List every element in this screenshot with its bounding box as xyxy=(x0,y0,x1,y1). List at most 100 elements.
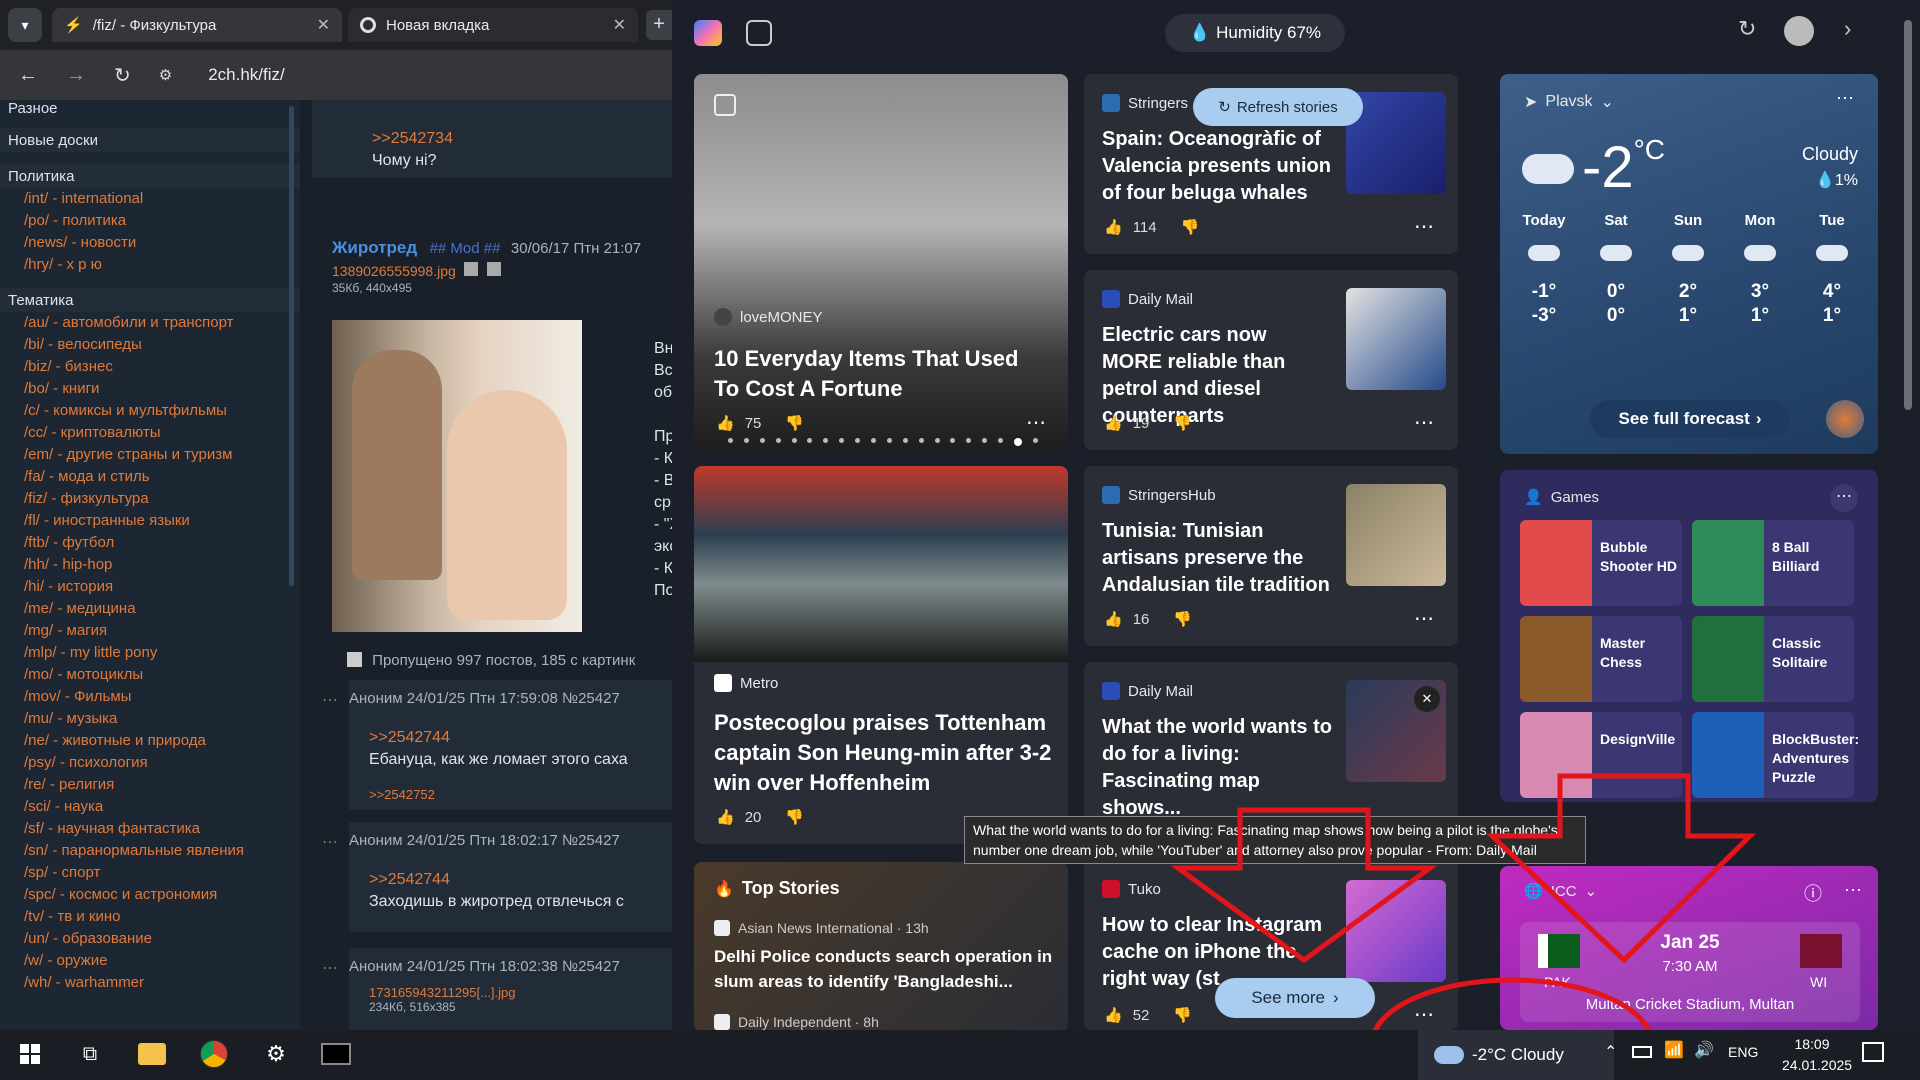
back-arrow-icon[interactable]: ← xyxy=(18,64,38,87)
op-text-fragment: - Вь xyxy=(654,472,672,489)
sidebar-board-link[interactable]: /tv/ - тв и кино xyxy=(0,906,300,928)
sidebar-board-link[interactable]: /re/ - религия xyxy=(0,774,300,796)
tab-title: Новая вкладка xyxy=(386,16,490,34)
sidebar-board-link[interactable]: /mg/ - магия xyxy=(0,620,300,642)
file-link[interactable]: 173165943211295[...].jpg xyxy=(369,985,672,1000)
browser-window: ▾ ⚡ /fiz/ - Физкультура ✕ Новая вкладка … xyxy=(0,0,672,1030)
sidebar-board-link[interactable]: /bo/ - книги xyxy=(0,378,300,400)
sidebar-board-link[interactable]: /wh/ - warhammer xyxy=(0,972,300,994)
wifi-icon[interactable]: 📶 xyxy=(1664,1040,1684,1060)
sidebar-board-link[interactable]: /hi/ - история xyxy=(0,576,300,598)
post-menu-dots[interactable]: ⋯ xyxy=(322,832,338,852)
close-icon[interactable]: ✕ xyxy=(317,15,330,35)
site-settings-icon[interactable]: ⚙ xyxy=(159,66,172,84)
mod-badge: ## Mod ## xyxy=(429,240,501,257)
clock[interactable]: 18:09 24.01.2025 xyxy=(1782,1034,1852,1076)
sidebar-board-link[interactable]: /news/ - новости xyxy=(0,232,300,254)
sidebar-board-link[interactable]: /au/ - автомобили и транспорт xyxy=(0,312,300,334)
op-text-fragment: Всё xyxy=(654,362,672,379)
page-content: Разное Новые доски Политика /int/ - inte… xyxy=(0,100,672,1030)
new-tab-button[interactable]: + xyxy=(646,10,672,40)
sidebar-board-link[interactable]: /int/ - international xyxy=(0,188,300,210)
sidebar-board-link[interactable]: /sn/ - паранормальные явления xyxy=(0,840,300,862)
sidebar-board-link[interactable]: /fa/ - мода и стиль xyxy=(0,466,300,488)
annotation-arrow xyxy=(1485,773,1757,964)
op-text-fragment: - Ко xyxy=(654,450,672,467)
sidebar-board-link[interactable]: /w/ - оружие xyxy=(0,950,300,972)
flame-icon: ⚡ xyxy=(64,17,83,34)
tab-list-button[interactable]: ▾ xyxy=(8,8,42,42)
post-text: Заходишь в жиротред отвлечься с xyxy=(369,893,624,910)
op-image[interactable] xyxy=(332,320,582,632)
op-text-fragment: - Ко xyxy=(654,560,672,577)
file-link[interactable]: 1389026555998.jpg xyxy=(332,263,456,279)
settings-icon[interactable]: ⚙ xyxy=(258,1036,294,1072)
sidebar-section-misc[interactable]: Разное xyxy=(0,100,300,120)
terminal-icon[interactable] xyxy=(318,1036,354,1072)
sidebar-board-link[interactable]: /em/ - другие страны и туризм xyxy=(0,444,300,466)
sidebar-board-link[interactable]: /sci/ - наука xyxy=(0,796,300,818)
taskbar-weather[interactable]: -2°C Cloudy xyxy=(1418,1030,1614,1080)
start-windows-icon[interactable] xyxy=(12,1036,48,1072)
sidebar-section-title[interactable]: Тематика xyxy=(0,288,300,312)
url-text[interactable]: 2ch.hk/fiz/ xyxy=(208,65,285,85)
post-menu-dots[interactable]: ⋯ xyxy=(322,690,338,710)
file-meta: 234Кб, 516x385 xyxy=(369,1000,456,1014)
sidebar-section-title[interactable]: Политика xyxy=(0,164,300,188)
search-icon[interactable] xyxy=(464,262,479,276)
chrome-icon[interactable] xyxy=(196,1036,232,1072)
sidebar-board-link[interactable]: /sp/ - спорт xyxy=(0,862,300,884)
language-indicator[interactable]: ENG xyxy=(1728,1044,1758,1060)
post-text: Ебануца, как же ломает этого саха xyxy=(369,751,628,768)
sidebar-board-link[interactable]: /hh/ - hip-hop xyxy=(0,554,300,576)
reply-link[interactable]: >>2542744 xyxy=(369,729,672,747)
reload-icon[interactable]: ↻ xyxy=(114,63,131,88)
backlink[interactable]: >>2542752 xyxy=(369,787,672,802)
file-meta: 35Кб, 440x495 xyxy=(332,281,412,295)
address-bar: ← → ↻ ⚙ 2ch.hk/fiz/ xyxy=(0,50,672,100)
op-text-fragment: срь xyxy=(654,494,672,511)
sidebar-board-link[interactable]: /un/ - образование xyxy=(0,928,300,950)
checkbox-icon[interactable] xyxy=(347,652,362,667)
annotation-overlay xyxy=(1170,773,1757,1030)
notifications-icon[interactable] xyxy=(1862,1042,1884,1062)
sidebar-board-link[interactable]: /spc/ - космос и астрономия xyxy=(0,884,300,906)
sidebar-board-link[interactable]: /me/ - медицина xyxy=(0,598,300,620)
sidebar-board-link[interactable]: /c/ - комиксы и мультфильмы xyxy=(0,400,300,422)
tab-new[interactable]: Новая вкладка ✕ xyxy=(348,8,638,42)
sidebar-board-link[interactable]: /psy/ - психология xyxy=(0,752,300,774)
sidebar-board-link[interactable]: /mu/ - музыка xyxy=(0,708,300,730)
sidebar-board-link[interactable]: /fiz/ - физкультура xyxy=(0,488,300,510)
sidebar-section-title[interactable]: Новые доски xyxy=(0,128,300,152)
sidebar-board-link[interactable]: /fl/ - иностранные языки xyxy=(0,510,300,532)
sidebar-board-link[interactable]: /ne/ - животные и природа xyxy=(0,730,300,752)
post-date: 30/06/17 Птн 21:07 xyxy=(510,240,642,257)
reply-link[interactable]: >>2542744 xyxy=(369,871,672,889)
sidebar-board-link[interactable]: /mov/ - Фильмы xyxy=(0,686,300,708)
reply-link[interactable]: >>2542734 xyxy=(372,130,672,148)
file-explorer-icon[interactable] xyxy=(134,1036,170,1072)
reply-post: Аноним 24/01/25 Птн 17:59:08 №25427 >>25… xyxy=(349,680,672,810)
sidebar-board-link[interactable]: /mo/ - мотоциклы xyxy=(0,664,300,686)
post-meta: Аноним 24/01/25 Птн 18:02:17 №25427 xyxy=(349,832,620,849)
sidebar-board-link[interactable]: /hry/ - х р ю xyxy=(0,254,300,276)
sidebar-board-link[interactable]: /ftb/ - футбол xyxy=(0,532,300,554)
reply-post: >>2542734 Чому ні? xyxy=(312,100,672,178)
sidebar-board-link[interactable]: /biz/ - бизнес xyxy=(0,356,300,378)
post-menu-dots[interactable]: ⋯ xyxy=(322,958,338,978)
task-view-icon[interactable]: ⧉ xyxy=(72,1036,108,1072)
sidebar-board-link[interactable]: /cc/ - криптовалюты xyxy=(0,422,300,444)
sidebar-board-link[interactable]: /po/ - политика xyxy=(0,210,300,232)
volume-icon[interactable]: 🔊 xyxy=(1694,1040,1714,1060)
chevron-up-icon[interactable]: ⌃ xyxy=(1604,1042,1617,1062)
sidebar-board-link[interactable]: /mlp/ - my little pony xyxy=(0,642,300,664)
forward-arrow-icon[interactable]: → xyxy=(66,64,86,87)
sidebar-board-link[interactable]: /sf/ - научная фантастика xyxy=(0,818,300,840)
op-text-fragment: Пон xyxy=(654,582,672,599)
sidebar-scrollbar[interactable] xyxy=(289,106,294,586)
tab-fiz[interactable]: ⚡ /fiz/ - Физкультура ✕ xyxy=(52,8,342,42)
download-icon[interactable] xyxy=(486,262,501,276)
close-icon[interactable]: ✕ xyxy=(613,15,626,35)
battery-icon[interactable] xyxy=(1632,1046,1652,1058)
sidebar-board-link[interactable]: /bi/ - велосипеды xyxy=(0,334,300,356)
